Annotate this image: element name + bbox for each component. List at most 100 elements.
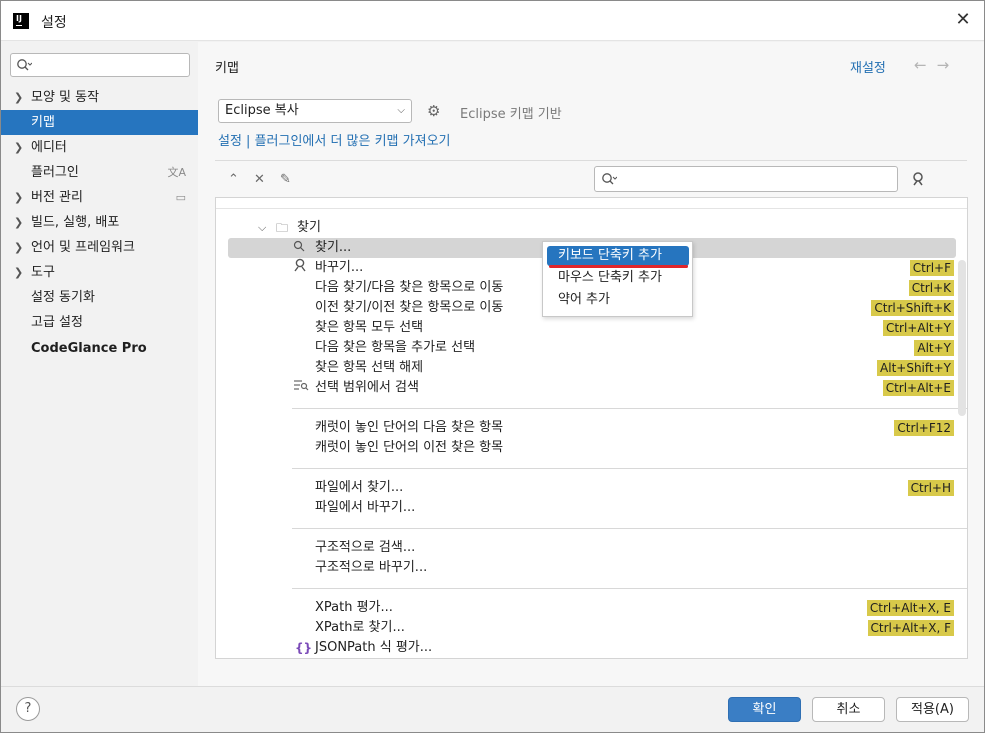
tree-row-label: 찾은 항목 선택 해제: [315, 360, 424, 375]
sidebar-item-languages[interactable]: ❯ 언어 및 프레임워크: [1, 235, 198, 260]
sidebar-item-codeglance[interactable]: CodeGlance Pro: [1, 336, 198, 361]
tree-row[interactable]: XPath 평가... Ctrl+Alt+X, E: [216, 598, 956, 618]
sidebar-item-label: 고급 설정: [31, 315, 83, 330]
sidebar-item-label: 키맵: [31, 115, 55, 130]
tree-row[interactable]: XPath로 찾기... Ctrl+Alt+X, F: [216, 618, 956, 638]
sidebar-item-keymap[interactable]: 키맵: [1, 110, 198, 135]
apply-button[interactable]: 적용(A): [896, 697, 969, 722]
tree-row-label: 파일에서 바꾸기...: [315, 500, 416, 515]
divider: [292, 408, 967, 409]
find-by-shortcut-icon[interactable]: [911, 171, 927, 191]
tree-row[interactable]: 찾은 항목 모두 선택 Ctrl+Alt+Y: [216, 318, 956, 338]
collapse-all-icon[interactable]: ✕: [254, 172, 280, 187]
tree-row[interactable]: 구조적으로 바꾸기...: [216, 558, 956, 578]
tree-row[interactable]: 다음 찾은 항목을 추가로 선택 Alt+Y: [216, 338, 956, 358]
close-icon[interactable]: ✕: [952, 9, 974, 31]
chevron-right-icon: ❯: [14, 91, 24, 104]
reset-link[interactable]: 재설정: [850, 57, 886, 76]
tree-row[interactable]: 선택 범위에서 검색 Ctrl+Alt+E: [216, 378, 956, 398]
tree-row-label: 찾은 항목 모두 선택: [315, 320, 424, 335]
chevron-right-icon: ❯: [14, 241, 24, 254]
tree-scrollbar[interactable]: [958, 260, 966, 416]
tree-row-label: XPath로 찾기...: [315, 620, 405, 635]
shortcut-badge: Ctrl+H: [907, 480, 954, 496]
forward-arrow-icon[interactable]: →: [937, 56, 960, 74]
tree-row-label: XPath 평가...: [315, 600, 393, 615]
sidebar-item-settings-sync[interactable]: 설정 동기화: [1, 285, 198, 310]
sidebar-item-editor[interactable]: ❯ 에디터: [1, 135, 198, 160]
tree-row[interactable]: 파일에서 찾기... Ctrl+H: [216, 478, 956, 498]
json-braces-icon: {}: [295, 641, 313, 655]
tree-row[interactable]: 구조적으로 검색...: [216, 538, 956, 558]
sidebar-item-label: 모양 및 동작: [31, 90, 100, 105]
context-menu: 키보드 단축키 추가 마우스 단축키 추가 약어 추가: [542, 241, 693, 317]
menu-item-add-keyboard-shortcut[interactable]: 키보드 단축키 추가: [547, 246, 689, 266]
menu-item-add-mouse-shortcut[interactable]: 마우스 단축키 추가: [547, 268, 689, 288]
help-button[interactable]: ?: [16, 697, 40, 721]
divider: [292, 468, 967, 469]
shortcut-badge: Ctrl+F12: [894, 420, 954, 436]
tree-row-label: 구조적으로 바꾸기...: [315, 560, 428, 575]
tree-row-label: 찾기...: [315, 240, 352, 255]
sidebar-item-label: 플러그인: [31, 165, 79, 180]
menu-item-add-abbreviation[interactable]: 약어 추가: [547, 290, 689, 310]
chevron-right-icon: ❯: [14, 191, 24, 204]
search-icon: [601, 172, 618, 190]
dialog-footer: ? 확인 취소 적용(A): [1, 686, 984, 732]
back-arrow-icon[interactable]: ←: [914, 56, 937, 74]
keymap-panel: 키맵 재설정 ←→ Eclipse 복사 ⌵ ⚙ Eclipse 키맵 기반 설…: [198, 42, 984, 686]
gear-icon[interactable]: ⚙: [427, 102, 440, 120]
more-keymaps-link[interactable]: 설정 | 플러그인에서 더 많은 키맵 가져오기: [218, 130, 451, 149]
sidebar-item-version-control[interactable]: ❯ 버전 관리 ▭: [1, 185, 198, 210]
edit-pencil-icon[interactable]: ✎: [280, 172, 306, 187]
shortcut-badge: Ctrl+K: [908, 280, 954, 296]
keymap-select[interactable]: Eclipse 복사 ⌵: [218, 99, 412, 123]
divider: [292, 588, 967, 589]
sidebar-item-label: 설정 동기화: [31, 290, 95, 305]
cancel-button[interactable]: 취소: [812, 697, 885, 722]
tree-row-label: 이전 찾기/이전 찾은 항목으로 이동: [315, 300, 504, 315]
ok-button[interactable]: 확인: [728, 697, 801, 722]
sidebar-item-plugins[interactable]: 플러그인 文A: [1, 160, 198, 185]
tree-group-find[interactable]: ⌵ 🗀 찾기: [216, 218, 956, 238]
shortcut-badge: Ctrl+Alt+X, F: [867, 620, 954, 636]
sidebar-item-label: 도구: [31, 265, 55, 280]
sidebar-search-input[interactable]: [10, 53, 190, 77]
nav-arrows: ←→: [914, 56, 959, 74]
sidebar-item-label: 빌드, 실행, 배포: [31, 215, 120, 230]
tree-row-label: 파일에서 찾기...: [315, 480, 404, 495]
tree-row[interactable]: 캐럿이 놓인 단어의 다음 찾은 항목 Ctrl+F12: [216, 418, 956, 438]
folder-icon: 🗀: [276, 221, 289, 235]
sidebar-item-appearance[interactable]: ❯ 모양 및 동작: [1, 85, 198, 110]
search-icon: [293, 238, 305, 258]
tree-row-label: 바꾸기...: [315, 260, 364, 275]
shortcut-badge: Ctrl+Shift+K: [871, 300, 954, 316]
page-title: 키맵: [215, 61, 239, 76]
tree-row[interactable]: 찾은 항목 선택 해제 Alt+Shift+Y: [216, 358, 956, 378]
shortcut-badge: Alt+Y: [914, 340, 954, 356]
sidebar-item-build[interactable]: ❯ 빌드, 실행, 배포: [1, 210, 198, 235]
chevron-right-icon: ❯: [14, 266, 24, 279]
action-search-input[interactable]: [594, 166, 898, 192]
sidebar-item-tools[interactable]: ❯ 도구: [1, 260, 198, 285]
divider: [215, 160, 967, 161]
search-icon: [16, 58, 33, 76]
tree-row[interactable]: 파일에서 바꾸기...: [216, 498, 956, 518]
tree-row[interactable]: {} JSONPath 식 평가...: [216, 638, 956, 658]
translate-icon: 文A: [167, 166, 186, 179]
expand-all-icon[interactable]: ⌃: [228, 172, 254, 187]
chevron-right-icon: ❯: [14, 141, 24, 154]
divider: [216, 208, 967, 209]
project-level-icon: ▭: [175, 191, 186, 204]
tree-row[interactable]: 캐럿이 놓인 단어의 이전 찾은 항목: [216, 438, 956, 458]
intellij-app-icon: IJ: [13, 13, 29, 29]
sidebar-item-label: 에디터: [31, 140, 67, 155]
sidebar-item-advanced[interactable]: 고급 설정: [1, 310, 198, 335]
shortcut-badge: Ctrl+Alt+X, E: [866, 600, 954, 616]
divider: [292, 528, 967, 529]
tree-row-label: 캐럿이 놓인 단어의 다음 찾은 항목: [315, 420, 504, 435]
tree-row-label: 구조적으로 검색...: [315, 540, 416, 555]
shortcut-badge: Ctrl+F: [909, 260, 954, 276]
search-in-selection-icon: [293, 378, 309, 398]
tree-row-label: 다음 찾은 항목을 추가로 선택: [315, 340, 476, 355]
